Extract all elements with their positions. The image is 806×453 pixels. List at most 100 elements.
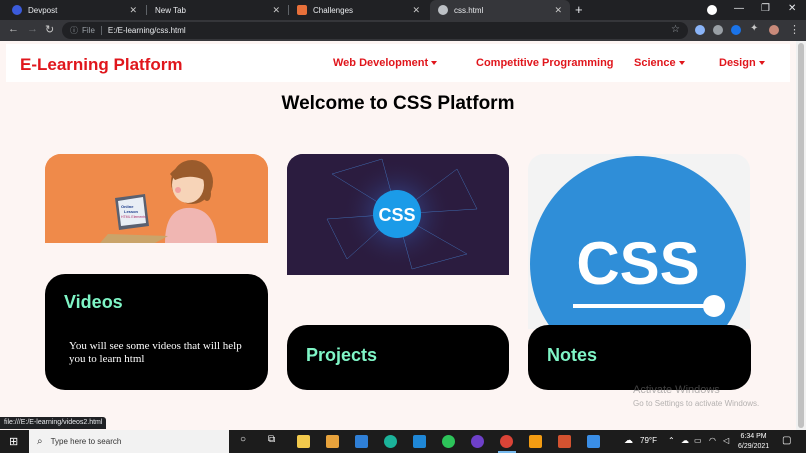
notes-card[interactable]: Notes bbox=[528, 325, 751, 390]
tab-css-html[interactable]: css.html ✕ bbox=[430, 0, 570, 20]
whatsapp-icon[interactable] bbox=[442, 435, 455, 448]
scrollbar-thumb[interactable] bbox=[798, 43, 804, 428]
extension-icon[interactable] bbox=[695, 25, 705, 35]
projects-card[interactable]: Projects bbox=[287, 325, 509, 390]
battery-icon[interactable]: ▭ bbox=[694, 436, 702, 445]
page-title: Welcome to CSS Platform bbox=[281, 93, 515, 114]
site-navbar: E-Learning Platform Web Development Comp… bbox=[6, 44, 790, 82]
taskbar-search-box[interactable]: ⌕ Type here to search bbox=[29, 430, 229, 453]
brand-logo[interactable]: E-Learning Platform bbox=[20, 55, 182, 75]
puzzle-icon[interactable]: ✦ bbox=[750, 23, 758, 34]
bookmark-star-icon[interactable]: ☆ bbox=[671, 24, 680, 35]
scheme-label: File bbox=[82, 26, 102, 35]
caret-down-icon bbox=[431, 61, 438, 66]
avatar[interactable] bbox=[769, 25, 779, 35]
new-tab-button[interactable]: + bbox=[575, 2, 583, 17]
onedrive-icon[interactable]: ☁ bbox=[681, 436, 689, 445]
chrome-icon[interactable] bbox=[500, 435, 513, 448]
browser-tab-bar: Devpost ✕ New Tab ✕ Challenges ✕ css.htm… bbox=[0, 0, 806, 20]
tab-devpost[interactable]: Devpost ✕ bbox=[4, 0, 145, 20]
taskbar-clock[interactable]: 6:34 PM 6/29/2021 bbox=[738, 432, 769, 452]
css-network-illustration: CSS bbox=[287, 154, 509, 275]
extension-icon[interactable] bbox=[713, 25, 723, 35]
menu-label: Competitive Programming bbox=[476, 57, 614, 69]
close-icon[interactable]: ✕ bbox=[554, 5, 562, 16]
projects-card-image[interactable]: CSS bbox=[287, 154, 509, 275]
notification-icon[interactable]: ▢ bbox=[782, 435, 791, 446]
windows-start-icon[interactable]: ⊞ bbox=[9, 435, 18, 448]
illustration-text-lesson: Lesson bbox=[124, 209, 139, 214]
card-title: Notes bbox=[547, 345, 598, 365]
tab-title: New Tab bbox=[155, 5, 186, 15]
activation-watermark-title: Activate Windows bbox=[633, 384, 720, 396]
address-bar[interactable]: ⓘ File E:/E-learning/css.html ☆ bbox=[62, 22, 688, 39]
clock-date: 6/29/2021 bbox=[738, 443, 770, 450]
status-bar-url: file:///E:/E-learning/videos2.html bbox=[0, 417, 107, 429]
menu-label: Design bbox=[719, 57, 756, 69]
tab-title: Devpost bbox=[28, 5, 58, 15]
menu-label: Web Development bbox=[333, 57, 429, 69]
menu-web-development[interactable]: Web Development bbox=[333, 57, 438, 69]
browser-toolbar: ← → ↻ ⓘ File E:/E-learning/css.html ☆ ✦ … bbox=[0, 20, 806, 41]
card-title: Videos bbox=[64, 292, 123, 312]
media-control-icon[interactable] bbox=[707, 5, 717, 15]
videos-card[interactable]: Videos You will see some videos that wil… bbox=[45, 274, 268, 390]
chevron-up-icon[interactable]: ⌃ bbox=[668, 436, 675, 445]
photos-icon[interactable] bbox=[587, 435, 600, 448]
illustration-text-html-elements: HTML Elements bbox=[121, 215, 146, 219]
card-description: You will see some videos that will help … bbox=[69, 340, 242, 365]
forward-arrow-icon[interactable]: → bbox=[27, 23, 38, 35]
css-badge-text: CSS bbox=[576, 230, 699, 297]
clock-time: 6:34 PM bbox=[740, 433, 767, 440]
card-title: Projects bbox=[306, 345, 378, 365]
maximize-button[interactable]: ❐ bbox=[761, 3, 770, 14]
weather-temp[interactable]: 79°F bbox=[640, 436, 657, 445]
volume-icon[interactable]: ◁ bbox=[723, 436, 729, 445]
task-view-icon[interactable]: ⧉ bbox=[268, 434, 275, 445]
cortana-icon[interactable]: ○ bbox=[240, 434, 246, 445]
vscode-icon[interactable] bbox=[413, 435, 426, 448]
videos-card-image[interactable]: Online Lesson HTML Elements bbox=[45, 154, 268, 243]
devpost-favicon-icon bbox=[12, 5, 22, 15]
tab-challenges[interactable]: Challenges ✕ bbox=[289, 0, 428, 20]
globe-icon bbox=[438, 5, 448, 15]
url-text[interactable]: E:/E-learning/css.html bbox=[108, 26, 186, 35]
menu-science[interactable]: Science bbox=[634, 57, 685, 69]
edge-icon[interactable] bbox=[384, 435, 397, 448]
page-scrollbar[interactable] bbox=[796, 41, 806, 430]
menu-competitive-programming[interactable]: Competitive Programming bbox=[476, 57, 614, 69]
wifi-icon[interactable]: ◠ bbox=[709, 436, 716, 445]
reload-icon[interactable]: ↻ bbox=[45, 23, 54, 36]
kebab-menu-icon[interactable]: ⋮ bbox=[789, 23, 800, 36]
minimize-button[interactable]: — bbox=[734, 3, 744, 14]
css-badge-illustration: CSS bbox=[528, 154, 750, 329]
tab-title: css.html bbox=[454, 5, 484, 15]
info-icon[interactable]: ⓘ bbox=[70, 25, 78, 36]
notes-card-image[interactable]: CSS bbox=[528, 154, 750, 329]
activation-watermark-subtitle: Go to Settings to activate Windows. bbox=[633, 399, 760, 408]
close-icon[interactable]: ✕ bbox=[412, 5, 420, 16]
sublime-icon[interactable] bbox=[529, 435, 542, 448]
page-viewport: E-Learning Platform Web Development Comp… bbox=[0, 41, 796, 430]
back-arrow-icon[interactable]: ← bbox=[8, 23, 19, 35]
extension-icon[interactable] bbox=[731, 25, 741, 35]
tab-new-tab[interactable]: New Tab ✕ bbox=[147, 0, 288, 20]
caret-down-icon bbox=[678, 61, 685, 66]
powerpoint-icon[interactable] bbox=[558, 435, 571, 448]
close-window-button[interactable]: ✕ bbox=[788, 3, 796, 14]
tab-title: Challenges bbox=[313, 5, 354, 15]
close-icon[interactable]: ✕ bbox=[272, 5, 280, 16]
store-icon[interactable] bbox=[326, 435, 339, 448]
windows-taskbar: ⊞ ⌕ Type here to search ○ ⧉ ☁ 79°F ⌃ ☁ ▭… bbox=[0, 430, 806, 453]
weather-cloud-icon[interactable]: ☁ bbox=[624, 435, 633, 446]
github-icon[interactable] bbox=[471, 435, 484, 448]
menu-design[interactable]: Design bbox=[719, 57, 765, 69]
css-logo-text: CSS bbox=[378, 205, 415, 225]
mail-icon[interactable] bbox=[355, 435, 368, 448]
caret-down-icon bbox=[758, 61, 765, 66]
challenges-favicon-icon bbox=[297, 5, 307, 15]
online-lesson-illustration: Online Lesson HTML Elements bbox=[45, 154, 268, 243]
file-explorer-icon[interactable] bbox=[297, 435, 310, 448]
search-icon: ⌕ bbox=[37, 436, 43, 447]
close-icon[interactable]: ✕ bbox=[129, 5, 137, 16]
